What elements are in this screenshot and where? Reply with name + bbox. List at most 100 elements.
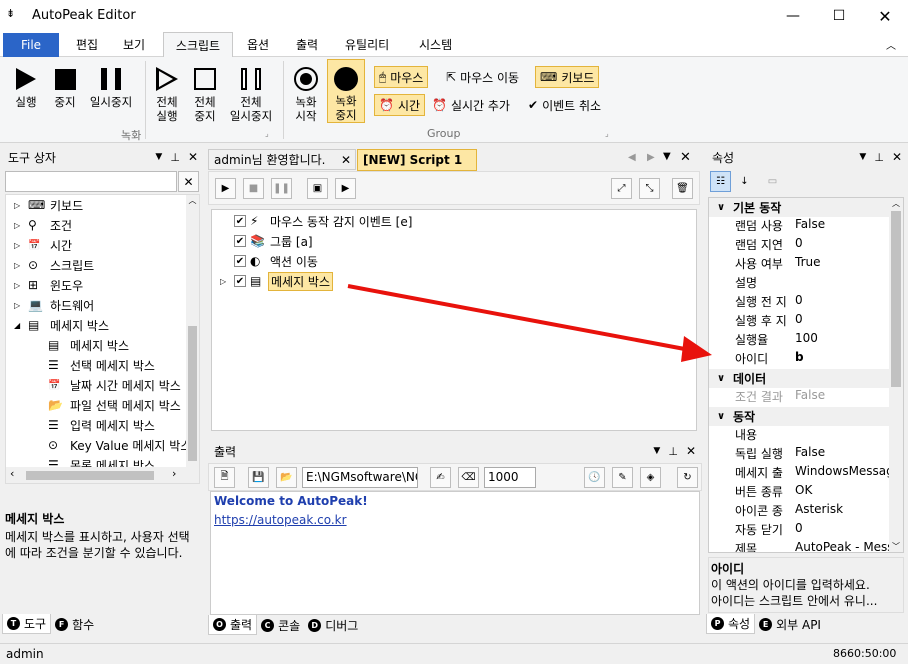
close-panel-icon[interactable]: ✕ [188, 150, 198, 164]
script-item[interactable]: ✔ ⚡ 마우스 동작 감지 이벤트 [e] [212, 211, 696, 231]
tab-properties[interactable]: P 속성 [706, 614, 756, 634]
expand-icon[interactable]: ▷ [14, 261, 28, 270]
tab-tools[interactable]: T 도구 [2, 614, 52, 634]
vertical-scrollbar[interactable]: ︿ ﹀ [889, 198, 903, 552]
tree-item-messagebox[interactable]: ◢ ▤ 메세지 박스 [6, 315, 199, 335]
menu-script[interactable]: 스크립트 [163, 32, 233, 58]
category-data[interactable]: ∨ 데이터 [709, 369, 903, 388]
category-action[interactable]: ∨ 동작 [709, 407, 903, 426]
tree-item-hardware[interactable]: ▷ 💻 하드웨어 [6, 295, 199, 315]
property-row[interactable]: 독립 실행 False [709, 445, 903, 464]
property-value[interactable]: False [793, 217, 893, 236]
checkbox[interactable]: ✔ [234, 255, 246, 267]
path-input[interactable]: E:\NGMsoftware\NG [302, 467, 418, 488]
tab-console[interactable]: C 콘솔 [257, 615, 304, 635]
collapse-icon[interactable]: ◢ [14, 321, 28, 330]
property-row-selected[interactable]: 아이디 b [709, 350, 903, 369]
minimize-button[interactable]: — [770, 0, 816, 32]
close-panel-icon[interactable]: ✕ [686, 444, 696, 458]
clean-icon[interactable]: ✍ [430, 467, 451, 488]
close-button[interactable]: ✕ [862, 0, 908, 32]
horizontal-scrollbar[interactable]: ‹ › [6, 467, 199, 483]
scroll-thumb[interactable] [26, 471, 154, 480]
collapse-icon[interactable]: ∨ [709, 373, 733, 384]
property-value[interactable] [793, 426, 893, 445]
clear-search-button[interactable]: ✕ [178, 171, 199, 192]
log-link[interactable]: https://autopeak.co.kr [214, 513, 696, 532]
step-button[interactable]: ▣ [307, 178, 328, 199]
property-row[interactable]: 실행 후 지 0 [709, 312, 903, 331]
menu-system[interactable]: 시스템 [419, 36, 452, 53]
system-menu-icon[interactable]: ⇟ [6, 7, 15, 20]
expand-icon[interactable]: ▷ [14, 221, 28, 230]
pause-all-button[interactable]: 전체 일시중지 [225, 63, 277, 123]
property-row[interactable]: 버튼 종류 OK [709, 483, 903, 502]
pause-button[interactable]: ❚❚ [271, 178, 292, 199]
dialog-launcher-icon[interactable]: ⌟ [605, 129, 609, 138]
property-row[interactable]: 랜덤 지연 0 [709, 236, 903, 255]
tab-debug[interactable]: D 디버그 [304, 615, 362, 635]
property-value[interactable]: Asterisk [793, 502, 893, 521]
property-row[interactable]: 실행율 100 [709, 331, 903, 350]
checkbox[interactable]: ✔ [234, 215, 246, 227]
record-start-button[interactable]: 녹화 시작 [289, 63, 323, 123]
eraser-icon[interactable]: ⌫ [458, 467, 479, 488]
file-menu[interactable]: File [3, 33, 59, 57]
alphabetical-icon[interactable]: ↓ [734, 171, 755, 192]
property-pages-icon[interactable]: ▭ [762, 171, 783, 192]
property-row[interactable]: 내용 [709, 426, 903, 445]
scroll-down-icon[interactable]: ﹀ [892, 541, 900, 552]
pin-icon[interactable]: ⊥ [668, 445, 678, 458]
maximize-button[interactable]: ☐ [816, 0, 862, 32]
scroll-thumb[interactable] [188, 326, 197, 461]
scroll-thumb[interactable] [891, 211, 901, 387]
property-value[interactable]: True [793, 255, 893, 274]
tab-welcome[interactable]: admin님 환영합니다. ✕ [208, 149, 356, 170]
tree-subitem[interactable]: ☰ 선택 메세지 박스 [6, 355, 199, 375]
property-value[interactable]: 0 [793, 312, 893, 331]
property-value[interactable]: 0 [793, 293, 893, 312]
tree-subitem[interactable]: 📅 날짜 시간 메세지 박스 [6, 375, 199, 395]
close-panel-icon[interactable]: ✕ [892, 150, 902, 164]
menu-utility[interactable]: 유틸리티 [345, 36, 389, 53]
toolbox-search-input[interactable] [5, 171, 177, 192]
run-button[interactable]: 실행 [10, 63, 42, 109]
property-row[interactable]: 자동 닫기 0 [709, 521, 903, 540]
clock-icon[interactable]: 🕓 [584, 467, 605, 488]
event-cancel-button[interactable]: ✔ 이벤트 취소 [524, 94, 605, 116]
tree-item-window[interactable]: ▷ ⊞ 윈도우 [6, 275, 199, 295]
run-all-button[interactable]: 전체 실행 [150, 63, 184, 123]
menu-view[interactable]: 보기 [123, 36, 145, 53]
play-frame-button[interactable]: ▶ [335, 178, 356, 199]
stop-button[interactable]: ■ [243, 178, 264, 199]
close-tab-icon[interactable]: ✕ [341, 153, 351, 167]
tab-output[interactable]: O 출력 [208, 615, 258, 635]
mouse-move-toggle[interactable]: ⇱ 마우스 이동 [442, 66, 523, 88]
property-value[interactable]: WindowsMessage [793, 464, 893, 483]
delete-icon[interactable]: 🗑 [672, 178, 693, 199]
expand-icon[interactable]: ▷ [14, 201, 28, 210]
property-row[interactable]: 사용 여부 True [709, 255, 903, 274]
script-item-selected[interactable]: ▷ ✔ ▤ 메세지 박스 [212, 271, 696, 291]
collapse-icon[interactable]: ∨ [709, 411, 733, 422]
refresh-icon[interactable]: ↻ [677, 467, 698, 488]
expand-icon[interactable]: ▷ [220, 277, 234, 286]
close-document-icon[interactable]: ✕ [680, 150, 691, 165]
expand-icon[interactable]: ▷ [14, 301, 28, 310]
realtime-add-button[interactable]: ⏰ 실시간 추가 [428, 94, 514, 116]
collapse-icon[interactable]: ∨ [709, 202, 733, 213]
tree-item-script[interactable]: ▷ ⊙ 스크립트 [6, 255, 199, 275]
tab-external-api[interactable]: E 외부 API [755, 614, 825, 634]
tab-functions[interactable]: F 함수 [51, 614, 98, 634]
property-value[interactable]: 0 [793, 521, 893, 540]
time-toggle[interactable]: ⏰ 시간 [374, 94, 426, 116]
keyboard-toggle[interactable]: ⌨ 키보드 [535, 66, 600, 88]
line-count-input[interactable]: 1000 [484, 467, 536, 488]
collapse-ribbon-icon[interactable]: ︿ [886, 37, 896, 52]
tree-subitem[interactable]: 📂 파일 선택 메세지 박스 [6, 395, 199, 415]
scroll-up-icon[interactable]: ︿ [889, 198, 903, 209]
property-value[interactable]: False [793, 445, 893, 464]
property-row[interactable]: 실행 전 지 0 [709, 293, 903, 312]
tree-subitem[interactable]: ▤ 메세지 박스 [6, 335, 199, 355]
fill-icon[interactable]: ◈ [640, 467, 661, 488]
